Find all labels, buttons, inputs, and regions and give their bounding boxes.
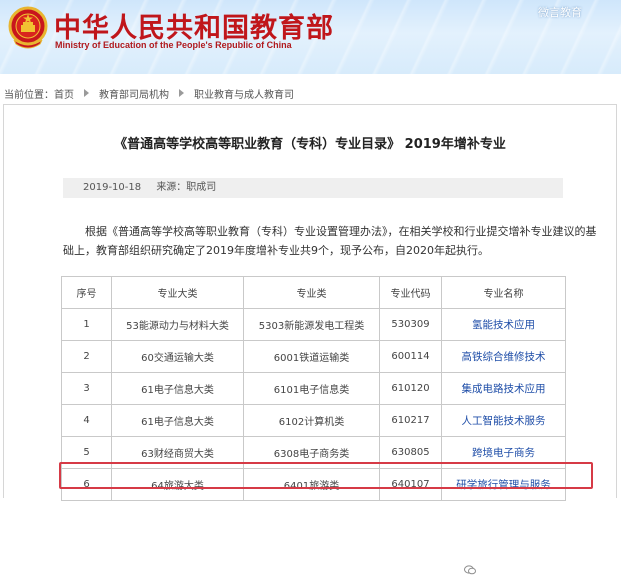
cell-category: 61电子信息大类 (111, 372, 244, 405)
table-row: 4 61电子信息大类 6102计算机类 610217 人工智能技术服务 (61, 404, 566, 437)
cell-major-link[interactable]: 氢能技术应用 (441, 308, 566, 341)
cell-code: 610217 (379, 404, 442, 437)
cell-category: 61电子信息大类 (111, 404, 244, 437)
table-row: 3 61电子信息大类 6101电子信息类 610120 集成电路技术应用 (61, 372, 566, 405)
cell-subcategory: 5303新能源发电工程类 (243, 308, 380, 341)
majors-table: 序号 专业大类 专业类 专业代码 专业名称 1 53能源动力与材料大类 5303… (61, 276, 566, 501)
site-header: 中华人民共和国教育部 Ministry of Education of the … (0, 0, 621, 74)
table-row: 6 64旅游大类 6401旅游类 640107 研学旅行管理与服务 (61, 468, 566, 501)
wechat-link[interactable]: 微言教育 (538, 4, 582, 20)
cell-index: 6 (61, 468, 112, 501)
table-header-row: 序号 专业大类 专业类 专业代码 专业名称 (61, 276, 566, 309)
site-subtitle: Ministry of Education of the People's Re… (55, 40, 292, 50)
cell-category: 63财经商贸大类 (111, 436, 244, 469)
cell-major-link[interactable]: 高铁综合维修技术 (441, 340, 566, 373)
cell-index: 5 (61, 436, 112, 469)
national-emblem-icon[interactable] (8, 6, 48, 50)
header-code: 专业代码 (379, 276, 442, 309)
cell-code: 610120 (379, 372, 442, 405)
cell-category: 53能源动力与材料大类 (111, 308, 244, 341)
article-meta: 2019-10-18 来源：职成司 (63, 178, 563, 198)
cell-category: 60交通运输大类 (111, 340, 244, 373)
cell-subcategory: 6101电子信息类 (243, 372, 380, 405)
header-major-name: 专业名称 (441, 276, 566, 309)
header-category: 专业大类 (111, 276, 244, 309)
cell-code: 530309 (379, 308, 442, 341)
cell-index: 4 (61, 404, 112, 437)
breadcrumb-departments[interactable]: 教育部司局机构 (99, 86, 169, 101)
header-index: 序号 (61, 276, 112, 309)
article-container: 《普通高等学校高等职业教育（专科）专业目录》 2019年增补专业 2019-10… (3, 104, 617, 575)
table-row: 5 63财经商贸大类 6308电子商务类 630805 跨境电子商务 (61, 436, 566, 469)
cell-major-link[interactable]: 集成电路技术应用 (441, 372, 566, 405)
cell-category: 64旅游大类 (111, 468, 244, 501)
cell-code: 630805 (379, 436, 442, 469)
cell-subcategory: 6001铁道运输类 (243, 340, 380, 373)
article-paragraph-1: 根据《普通高等学校高等职业教育（专科）专业设置管理办法》，在相关学校和行业提交增… (85, 225, 597, 238)
breadcrumb-label: 当前位置： (4, 89, 54, 101)
breadcrumb-separator-icon (84, 89, 89, 97)
cell-index: 3 (61, 372, 112, 405)
table-row: 2 60交通运输大类 6001铁道运输类 600114 高铁综合维修技术 (61, 340, 566, 373)
cell-major-link[interactable]: 研学旅行管理与服务 (441, 468, 566, 501)
table-row: 1 53能源动力与材料大类 5303新能源发电工程类 530309 氢能技术应用 (61, 308, 566, 341)
breadcrumb-home[interactable]: 首页 (54, 86, 74, 101)
article-title: 《普通高等学校高等职业教育（专科）专业目录》 2019年增补专业 (114, 137, 506, 152)
article-paragraph-2: 础上，教育部组织研究确定了2019年度增补专业共9个，现予公布，自2020年起执… (63, 244, 489, 257)
article-date: 2019-10-18 (83, 182, 142, 193)
header-subcategory: 专业类 (243, 276, 380, 309)
article-source: 来源：职成司 (156, 182, 217, 193)
cell-index: 1 (61, 308, 112, 341)
cell-subcategory: 6308电子商务类 (243, 436, 380, 469)
cell-subcategory: 6102计算机类 (243, 404, 380, 437)
cell-code: 640107 (379, 468, 442, 501)
cell-index: 2 (61, 340, 112, 373)
wechat-icon (464, 565, 476, 575)
cell-major-link[interactable]: 跨境电子商务 (441, 436, 566, 469)
cell-major-link[interactable]: 人工智能技术服务 (441, 404, 566, 437)
breadcrumb: 当前位置： 首页 教育部司局机构 职业教育与成人教育司 (4, 86, 294, 101)
cell-subcategory: 6401旅游类 (243, 468, 380, 501)
breadcrumb-separator-icon (179, 89, 184, 97)
wechat-watermark (464, 565, 584, 585)
cell-code: 600114 (379, 340, 442, 373)
breadcrumb-vocational-dept[interactable]: 职业教育与成人教育司 (194, 86, 294, 101)
